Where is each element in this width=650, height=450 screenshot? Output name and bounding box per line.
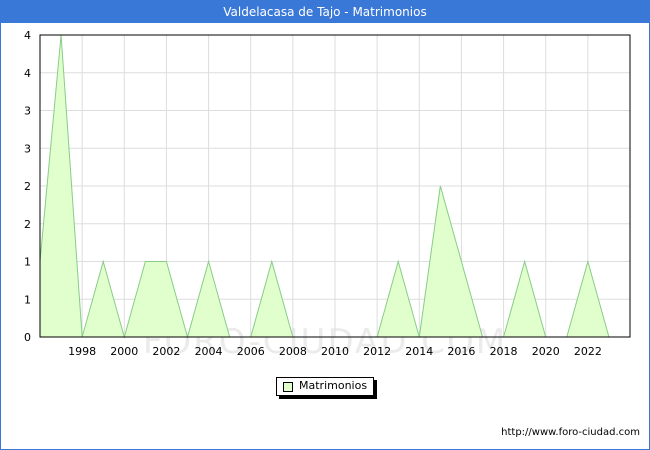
- y-tick-label: 3: [24, 105, 31, 118]
- x-tick-label: 2020: [532, 345, 560, 358]
- y-tick-label: 2: [24, 180, 31, 193]
- x-tick-label: 2022: [574, 345, 602, 358]
- x-tick-label: 2004: [195, 345, 223, 358]
- x-tick-label: 2018: [490, 345, 518, 358]
- y-tick-label: 3: [24, 142, 31, 155]
- legend: Matrimonios: [276, 377, 374, 396]
- x-tick-label: 2014: [405, 345, 433, 358]
- x-tick-label: 2010: [321, 345, 349, 358]
- x-tick-label: 2006: [237, 345, 265, 358]
- legend-label: Matrimonios: [299, 379, 368, 392]
- legend-swatch: [283, 382, 293, 392]
- y-tick-label: 1: [24, 256, 31, 269]
- x-tick-label: 1998: [68, 345, 96, 358]
- y-tick-label: 2: [24, 218, 31, 231]
- x-tick-label: 2012: [363, 345, 391, 358]
- x-tick-label: 2000: [110, 345, 138, 358]
- y-tick-label: 4: [24, 67, 31, 80]
- x-tick-label: 2002: [152, 345, 180, 358]
- y-tick-label: 1: [24, 293, 31, 306]
- y-tick-label: 4: [24, 29, 31, 42]
- x-tick-label: 2008: [279, 345, 307, 358]
- source-url: http://www.foro-ciudad.com: [501, 427, 640, 438]
- x-tick-label: 2016: [447, 345, 475, 358]
- y-tick-label: 0: [24, 331, 31, 344]
- grid: [40, 34, 630, 338]
